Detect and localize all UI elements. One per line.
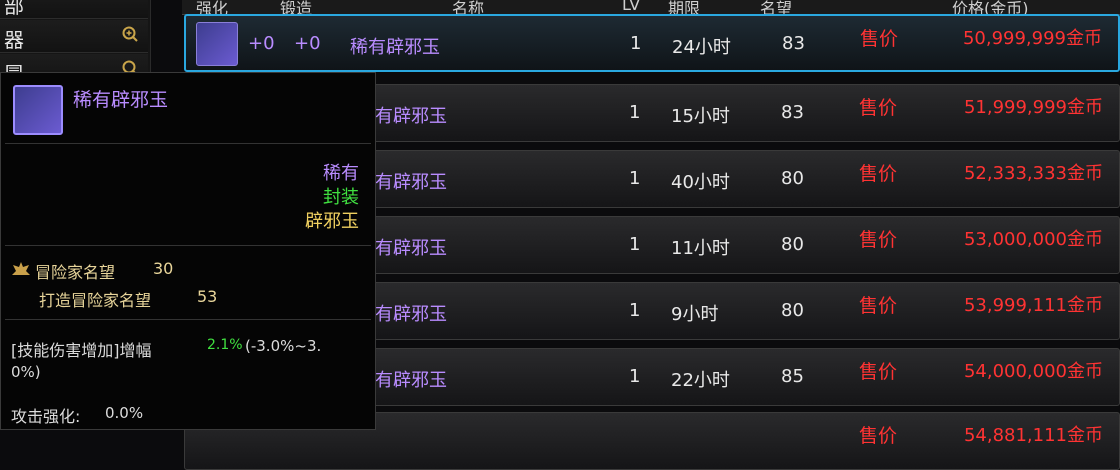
forge-fame-label: 打造冒险家名望 bbox=[39, 291, 152, 310]
sidebar-item-label: 器 bbox=[4, 28, 24, 52]
item-fame: 80 bbox=[781, 234, 804, 255]
item-period: 22小时 bbox=[671, 370, 730, 391]
item-level: 1 bbox=[629, 234, 641, 255]
item-level: 1 bbox=[629, 102, 641, 123]
strength-value: +0 bbox=[248, 33, 275, 54]
item-period: 24小时 bbox=[672, 37, 731, 58]
table-row[interactable]: +0 +0 稀有辟邪玉 1 24小时 83 售价 50,999,999金币 bbox=[184, 14, 1120, 72]
jade-item-icon bbox=[196, 22, 238, 66]
sale-label: 售价 bbox=[859, 97, 898, 119]
sidebar-item-1[interactable]: 器 bbox=[0, 20, 148, 53]
price-value: 54,000,000金币 bbox=[963, 361, 1103, 382]
price-value: 53,000,000金币 bbox=[963, 229, 1103, 250]
fame-value: 30 bbox=[153, 259, 174, 278]
fame-icon bbox=[12, 262, 30, 275]
skill-range-cont: 0%) bbox=[11, 363, 41, 381]
item-period: 15小时 bbox=[671, 106, 730, 127]
attack-label: 攻击强化: bbox=[11, 407, 81, 426]
rarity-label: 稀有 bbox=[323, 163, 359, 184]
zoom-in-icon[interactable] bbox=[122, 26, 138, 42]
divider bbox=[5, 319, 371, 320]
item-level: 1 bbox=[629, 366, 641, 387]
item-name: 有辟邪玉 bbox=[375, 370, 447, 391]
jade-item-icon bbox=[13, 85, 63, 135]
type-label: 辟邪玉 bbox=[305, 211, 359, 232]
item-name: 稀有辟邪玉 bbox=[350, 37, 440, 58]
skill-range: (-3.0%~3. bbox=[245, 337, 322, 355]
item-fame: 83 bbox=[781, 102, 804, 123]
item-fame: 85 bbox=[781, 366, 804, 387]
sidebar-item-label: 部 bbox=[4, 0, 24, 18]
item-name: 有辟邪玉 bbox=[375, 172, 447, 193]
sale-label: 售价 bbox=[860, 28, 899, 50]
divider bbox=[5, 143, 371, 144]
sidebar-item-0[interactable]: 部 bbox=[0, 0, 148, 19]
item-name: 有辟邪玉 bbox=[375, 304, 447, 325]
header-level[interactable]: LV bbox=[622, 0, 640, 14]
price-value: 50,999,999金币 bbox=[962, 28, 1102, 49]
item-name: 有辟邪玉 bbox=[375, 238, 447, 259]
item-fame: 83 bbox=[782, 33, 805, 54]
item-period: 9小时 bbox=[671, 304, 719, 325]
sale-label: 售价 bbox=[859, 229, 898, 251]
skill-value: 2.1% bbox=[207, 337, 243, 353]
price-value: 51,999,999金币 bbox=[963, 97, 1103, 118]
item-fame: 80 bbox=[781, 300, 804, 321]
fame-label: 冒险家名望 bbox=[35, 263, 116, 282]
sale-label: 售价 bbox=[859, 425, 898, 447]
price-value: 54,881,111金币 bbox=[963, 425, 1103, 446]
table-header: 强化 锻造 名称 LV 期限 名望 价格(金币) bbox=[182, 0, 1120, 18]
sale-label: 售价 bbox=[859, 163, 898, 185]
price-value: 52,333,333金币 bbox=[963, 163, 1103, 184]
item-level: 1 bbox=[630, 33, 642, 54]
divider bbox=[5, 245, 371, 246]
seal-label: 封装 bbox=[323, 187, 359, 208]
item-fame: 80 bbox=[781, 168, 804, 189]
item-tooltip: 稀有辟邪玉 稀有 封装 辟邪玉 冒险家名望 30 打造冒险家名望 53 [技能伤… bbox=[0, 72, 376, 430]
item-level: 1 bbox=[629, 168, 641, 189]
forge-fame-value: 53 bbox=[197, 287, 218, 306]
attack-value: 0.0% bbox=[105, 404, 144, 422]
item-level: 1 bbox=[629, 300, 641, 321]
sale-label: 售价 bbox=[859, 295, 898, 317]
price-value: 53,999,111金币 bbox=[963, 295, 1103, 316]
item-name: 有辟邪玉 bbox=[375, 106, 447, 127]
forge-value: +0 bbox=[294, 33, 321, 54]
skill-label: [技能伤害增加]增幅 bbox=[11, 341, 152, 360]
sale-label: 售价 bbox=[859, 361, 898, 383]
item-period: 40小时 bbox=[671, 172, 730, 193]
item-period: 11小时 bbox=[671, 238, 730, 259]
tooltip-title: 稀有辟邪玉 bbox=[73, 89, 169, 111]
